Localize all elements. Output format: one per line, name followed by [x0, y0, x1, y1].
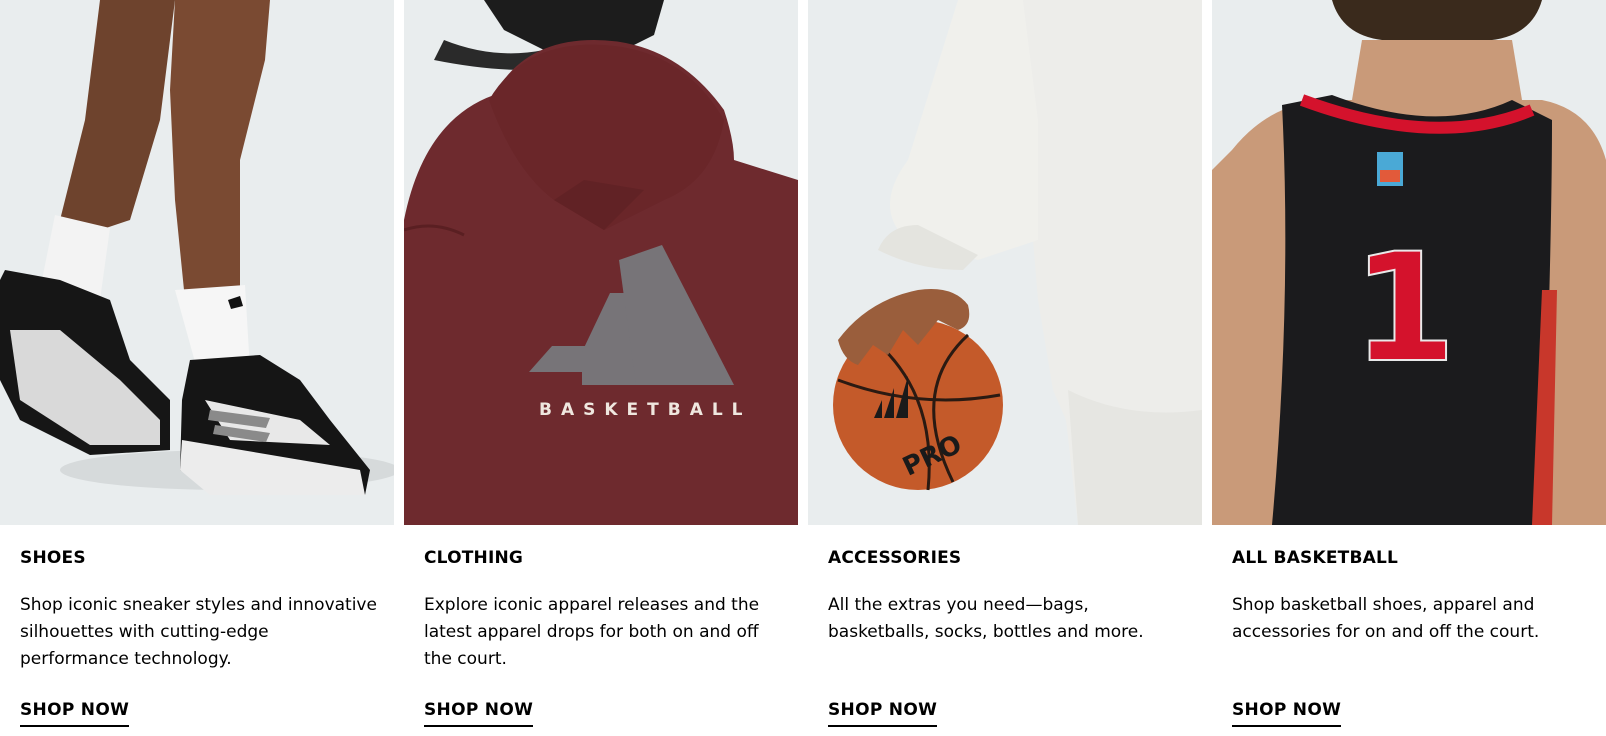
shoes-photo[interactable]: [0, 0, 394, 525]
card-description: Explore iconic apparel releases and the …: [424, 595, 760, 669]
card-title: SHOES: [20, 548, 86, 568]
basketball-photo[interactable]: PRO: [808, 0, 1202, 525]
category-card-shoes[interactable]: SHOES Shop iconic sneaker styles and inn…: [0, 0, 394, 736]
hoodie-photo[interactable]: BASKETBALL: [404, 0, 798, 525]
card-title: ACCESSORIES: [828, 548, 962, 568]
hoodie-print-text: BASKETBALL: [539, 400, 752, 420]
shop-now-link[interactable]: SHOP NOW: [828, 700, 938, 727]
card-title: CLOTHING: [424, 548, 524, 568]
shop-now-link[interactable]: SHOP NOW: [20, 700, 130, 727]
category-card-clothing[interactable]: BASKETBALL CLOTHING Explore iconic appar…: [404, 0, 798, 736]
jersey-photo[interactable]: 1: [1212, 0, 1606, 525]
category-grid: SHOES Shop iconic sneaker styles and inn…: [0, 0, 1606, 736]
category-card-accessories[interactable]: PRO ACCESSORIES All the extras you need—…: [808, 0, 1202, 736]
shop-now-link[interactable]: SHOP NOW: [1232, 700, 1342, 727]
card-description: All the extras you need—bags, basketball…: [828, 595, 1144, 642]
category-card-all-basketball[interactable]: 1 ALL BASKETBALL Shop basketball shoes, …: [1212, 0, 1606, 736]
card-description: Shop basketball shoes, apparel and acces…: [1232, 595, 1540, 642]
card-title: ALL BASKETBALL: [1232, 548, 1399, 568]
shop-now-link[interactable]: SHOP NOW: [424, 700, 534, 727]
jersey-number: 1: [1352, 222, 1456, 396]
card-description: Shop iconic sneaker styles and innovativ…: [20, 595, 377, 669]
